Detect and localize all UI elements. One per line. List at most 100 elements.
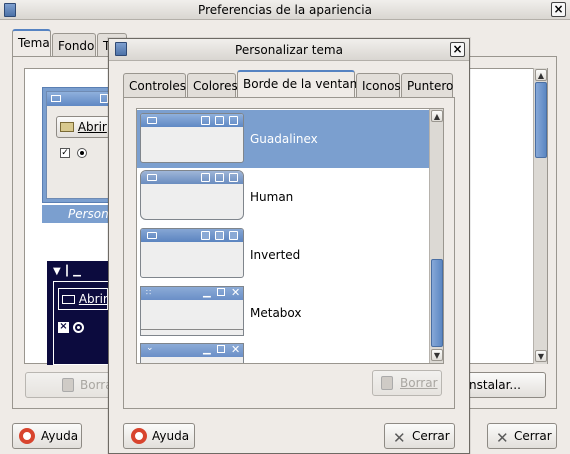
dialog-help-label: Ayuda bbox=[152, 429, 190, 443]
list-item-label: Human bbox=[250, 190, 294, 204]
window-icon bbox=[147, 117, 157, 124]
close-x-icon: ✕ bbox=[496, 429, 509, 447]
list-item[interactable]: Inverted bbox=[137, 226, 429, 284]
list-item[interactable]: ⌄ ▁ ✕ bbox=[137, 342, 429, 363]
theme-thumbnail bbox=[140, 228, 244, 278]
remove-border-label: Borrar bbox=[400, 376, 438, 390]
thumbnail-divider bbox=[141, 329, 243, 330]
dialog-title: Personalizar tema bbox=[235, 43, 343, 57]
folder-icon bbox=[62, 295, 75, 304]
thumbnail-titlebar bbox=[141, 114, 243, 127]
dark-open-button: Abrir bbox=[58, 288, 108, 310]
scrollbar-thumb[interactable] bbox=[431, 259, 443, 347]
selected-theme-caption: Persona bbox=[42, 205, 116, 223]
dark-preview-window: Abrir × bbox=[53, 281, 111, 365]
tab-borde-ventana[interactable]: Borde de la ventana bbox=[237, 70, 365, 98]
minimize-icon: ▁ bbox=[203, 344, 211, 355]
tab-label: Borde de la ventana bbox=[243, 77, 365, 91]
window-icon bbox=[147, 232, 157, 239]
tab-tema[interactable]: Tema bbox=[12, 29, 51, 57]
tab-controles[interactable]: Controles bbox=[123, 73, 186, 97]
window-border-list-scrollbar[interactable]: ▲ ▼ bbox=[429, 109, 443, 363]
close-icon: ✕ bbox=[231, 343, 241, 356]
preview-titlebar bbox=[47, 92, 110, 106]
lifebuoy-icon bbox=[19, 428, 35, 444]
theme-list-scrollbar[interactable]: ▲ ▼ bbox=[533, 68, 547, 364]
close-icon bbox=[229, 116, 238, 125]
close-icon bbox=[229, 231, 238, 240]
list-item-label: Inverted bbox=[250, 248, 301, 262]
list-item-label: Metabox bbox=[250, 306, 302, 320]
window-border-list[interactable]: Guadalinex Human Inverted ∷ ▁ ✕ Metabox … bbox=[136, 108, 444, 364]
remove-border-button[interactable]: Borrar bbox=[372, 370, 442, 396]
minimize-icon bbox=[201, 231, 210, 240]
maximize-icon bbox=[215, 231, 224, 240]
minimize-icon bbox=[100, 94, 108, 103]
lifebuoy-icon bbox=[131, 428, 147, 444]
dialog-close-icon[interactable]: × bbox=[450, 42, 465, 57]
scroll-down-arrow-icon[interactable]: ▼ bbox=[431, 349, 443, 361]
thumbnail-titlebar bbox=[141, 171, 243, 184]
list-item[interactable]: ∷ ▁ ✕ Metabox bbox=[137, 284, 429, 342]
customize-theme-dialog: Personalizar tema × Controles Colores Bo… bbox=[108, 38, 470, 454]
scrollbar-thumb[interactable] bbox=[535, 82, 547, 158]
close-icon bbox=[229, 173, 238, 182]
window-icon bbox=[51, 95, 61, 102]
dark-menu-icon: ▼ ┃ ▁ bbox=[53, 266, 81, 277]
dark-checkbox: × bbox=[58, 321, 69, 333]
preview-checkbox: ✓ bbox=[60, 148, 70, 158]
minimize-icon: ▁ bbox=[203, 287, 211, 298]
window-titlebar[interactable]: Preferencias de la apariencia × bbox=[0, 0, 570, 20]
window-icon: ∷ bbox=[146, 288, 152, 297]
close-button[interactable]: ✕ Cerrar bbox=[487, 423, 557, 449]
help-button[interactable]: Ayuda bbox=[12, 423, 82, 449]
scroll-down-arrow-icon[interactable]: ▼ bbox=[535, 350, 547, 362]
thumbnail-titlebar: ∷ ▁ ✕ bbox=[141, 287, 243, 300]
tab-fondo[interactable]: Fondo bbox=[52, 33, 96, 57]
dialog-close-label: Cerrar bbox=[412, 429, 450, 443]
tab-label: Tema bbox=[18, 36, 50, 50]
list-item-label: Guadalinex bbox=[250, 132, 318, 146]
scroll-up-arrow-icon[interactable]: ▲ bbox=[535, 69, 547, 81]
dark-radio bbox=[73, 322, 84, 333]
remove-theme-button[interactable]: Borra bbox=[25, 372, 115, 398]
scroll-up-arrow-icon[interactable]: ▲ bbox=[431, 110, 443, 122]
folder-icon bbox=[60, 122, 74, 132]
window-close-icon[interactable]: × bbox=[551, 2, 566, 17]
tab-label: Fondo bbox=[58, 39, 95, 53]
tab-puntero[interactable]: Puntero bbox=[401, 73, 453, 97]
list-item[interactable]: Human bbox=[137, 168, 429, 226]
tab-iconos[interactable]: Iconos bbox=[356, 73, 401, 97]
dialog-close-button[interactable]: ✕ Cerrar bbox=[384, 423, 455, 449]
theme-preview-dark[interactable]: ▼ ┃ ▁ Abrir × bbox=[47, 261, 111, 365]
theme-thumbnail bbox=[140, 113, 244, 163]
tab-colores[interactable]: Colores bbox=[187, 73, 238, 97]
window-title: Preferencias de la apariencia bbox=[198, 3, 372, 17]
minimize-icon bbox=[201, 116, 210, 125]
close-icon: ✕ bbox=[231, 286, 241, 299]
tab-label: Colores bbox=[193, 79, 238, 93]
trash-icon bbox=[381, 376, 393, 390]
maximize-icon bbox=[217, 288, 225, 296]
theme-thumbnail: ⌄ ▁ ✕ bbox=[140, 343, 244, 363]
dialog-titlebar[interactable]: Personalizar tema × bbox=[109, 39, 469, 61]
theme-thumbnail bbox=[140, 170, 244, 220]
list-item[interactable]: Guadalinex bbox=[137, 110, 429, 168]
window-border-panel: Guadalinex Human Inverted ∷ ▁ ✕ Metabox … bbox=[123, 97, 455, 409]
theme-thumbnail: ∷ ▁ ✕ bbox=[140, 286, 244, 336]
tab-label: Iconos bbox=[362, 79, 401, 93]
minimize-icon bbox=[201, 173, 210, 182]
preview-open-button: Abrir bbox=[56, 116, 110, 138]
tab-label: Controles bbox=[129, 79, 187, 93]
preview-radio bbox=[77, 148, 87, 158]
help-label: Ayuda bbox=[41, 429, 79, 443]
dialog-app-icon bbox=[115, 42, 127, 56]
thumbnail-titlebar bbox=[141, 229, 243, 242]
maximize-icon bbox=[215, 173, 224, 182]
close-x-icon: ✕ bbox=[393, 429, 406, 447]
window-app-icon bbox=[4, 3, 16, 17]
install-theme-label: nstalar... bbox=[469, 378, 521, 392]
maximize-icon bbox=[217, 345, 225, 353]
dialog-help-button[interactable]: Ayuda bbox=[123, 423, 195, 449]
theme-preview-selected[interactable]: Abrir ✓ bbox=[42, 87, 112, 203]
